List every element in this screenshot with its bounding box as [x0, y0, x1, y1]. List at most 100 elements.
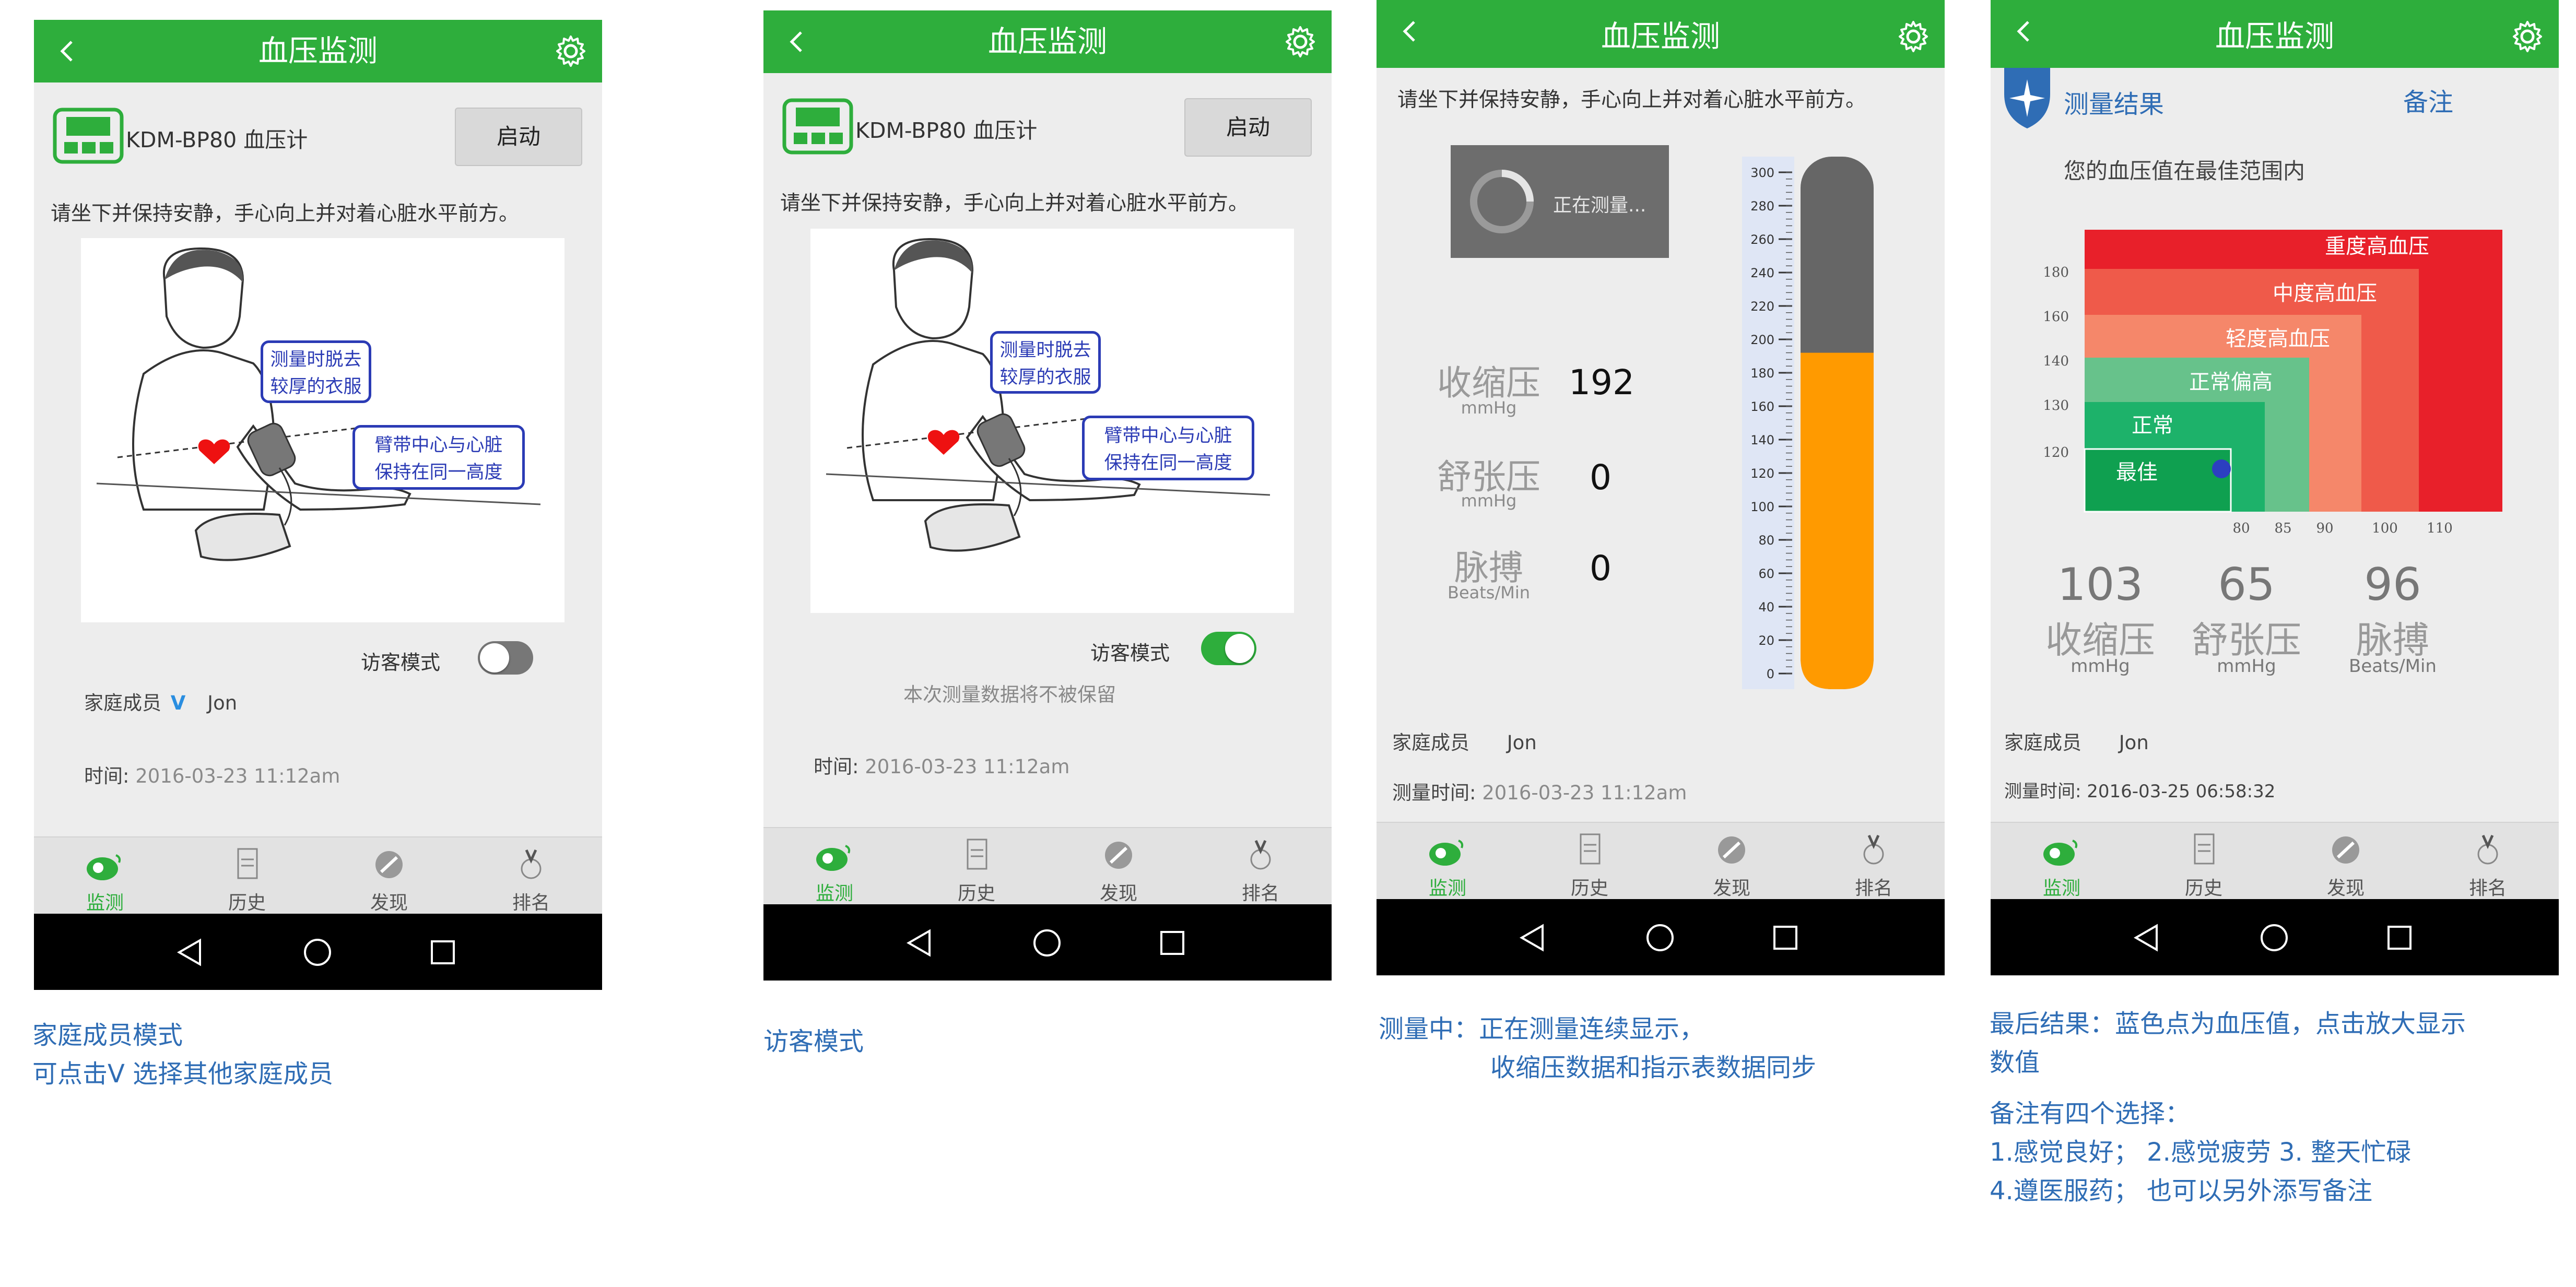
tab-discover[interactable]: 发现: [1661, 823, 1803, 900]
tab-discover[interactable]: 发现: [318, 837, 460, 915]
tab-monitor[interactable]: 监测: [763, 828, 905, 905]
family-member-row: 家庭成员 V Jon: [84, 687, 237, 715]
nav-recents-icon[interactable]: [1769, 922, 1802, 954]
guest-mode-toggle[interactable]: [1201, 632, 1256, 665]
time-value: 2016-03-23 11:12am: [135, 765, 340, 787]
start-button[interactable]: 启动: [455, 108, 582, 166]
x-tick-label: 85: [2274, 521, 2291, 536]
nav-home-icon[interactable]: [2258, 922, 2290, 954]
tab-history[interactable]: 历史: [176, 837, 318, 915]
pressure-gauge: 3002802602402202001801601401201008060402…: [1742, 157, 1874, 689]
tab-ranking[interactable]: 排名: [1803, 823, 1945, 900]
pulse-value: 96: [2364, 559, 2421, 611]
tab-history[interactable]: 历史: [2133, 823, 2275, 900]
gear-icon[interactable]: [2510, 19, 2545, 54]
tip-bubble-clothes: 测量时脱去 较厚的衣服: [990, 331, 1101, 394]
compass-icon: [1105, 842, 1132, 869]
pulse-value: 0: [1590, 548, 1612, 588]
gauge-tick-label: 160: [1750, 399, 1774, 414]
history-icon: [2194, 833, 2215, 865]
zone-label: 轻度高血压: [2226, 327, 2330, 351]
diastolic-unit: mmHg: [2217, 656, 2276, 677]
tab-monitor[interactable]: 监测: [34, 837, 176, 915]
caption-notes: 备注有四个选择： 1.感觉良好； 2.感觉疲劳 3. 整天忙碌 4.遵医服药； …: [1990, 1099, 2412, 1206]
gear-icon[interactable]: [1896, 19, 1931, 54]
gear-icon[interactable]: [553, 33, 589, 69]
medal-icon: [1863, 834, 1884, 865]
device-icon: [53, 108, 124, 164]
screen-guest-mode: 血压监测 KDM-BP80 血压计 启动 请坐下并保持安静，手心向上并对着心脏水…: [763, 10, 1332, 981]
tab-ranking[interactable]: 排名: [1190, 828, 1332, 905]
member-label: 家庭成员: [2004, 731, 2081, 754]
member-name: Jon: [2119, 731, 2149, 754]
instruction-text: 请坐下并保持安静，手心向上并对着心脏水平前方。: [51, 202, 520, 226]
time-value: 2016-03-23 11:12am: [865, 755, 1070, 778]
guest-mode-toggle[interactable]: [478, 641, 533, 675]
screen-measuring: 血压监测 请坐下并保持安静，手心向上并对着心脏水平前方。 正在测量... 收缩压…: [1377, 0, 1945, 976]
monitor-icon: [1429, 840, 1464, 866]
posture-illustration: 测量时脱去 较厚的衣服 臂带中心与心脏 保持在同一高度: [810, 229, 1294, 613]
note-link[interactable]: 备注: [2403, 81, 2453, 118]
result-title: 测量结果: [2064, 90, 2165, 119]
gauge-tick-label: 180: [1750, 366, 1774, 381]
member-chevron-button[interactable]: V: [171, 692, 186, 714]
family-member-row: 家庭成员 Jon: [2004, 727, 2149, 755]
nav-recents-icon[interactable]: [2383, 922, 2416, 954]
nav-home-icon[interactable]: [301, 936, 334, 969]
family-member-row: 家庭成员 Jon: [1392, 727, 1537, 755]
zone-label: 中度高血压: [2273, 281, 2377, 305]
caption-result: 最后结果：蓝色点为血压值，点击放大显示 数值: [1990, 1009, 2466, 1077]
y-tick-label: 130: [2043, 398, 2069, 414]
page-title: 血压监测: [988, 25, 1107, 59]
measuring-text: 正在测量...: [1553, 195, 1646, 216]
bp-zone-chart[interactable]: 重度高血压中度高血压轻度高血压正常偏高正常最佳 180 160 140 130 120 80…: [2043, 219, 2513, 553]
y-tick-label: 120: [2043, 445, 2069, 461]
nav-recents-icon[interactable]: [427, 936, 459, 969]
member-label: 家庭成员: [1392, 731, 1469, 754]
nav-home-icon[interactable]: [1031, 927, 1063, 959]
nav-back-icon[interactable]: [2131, 922, 2163, 954]
tab-ranking[interactable]: 排名: [460, 837, 602, 915]
gauge-tick-label: 120: [1750, 466, 1774, 481]
nav-back-icon[interactable]: [1516, 922, 1549, 954]
guest-note: 本次测量数据将不被保留: [903, 683, 1116, 706]
systolic-value: 192: [1569, 362, 1634, 403]
gauge-tick-label: 220: [1750, 299, 1774, 314]
medal-icon: [521, 849, 542, 879]
time-value: 2016-03-25 06:58:32: [2087, 781, 2276, 802]
gauge-tick-label: 300: [1750, 166, 1774, 180]
page-title: 血压监测: [258, 34, 378, 68]
nav-home-icon[interactable]: [1644, 922, 1676, 954]
tab-history[interactable]: 历史: [905, 828, 1048, 905]
nav-recents-icon[interactable]: [1156, 927, 1189, 959]
x-tick-label: 100: [2372, 521, 2398, 536]
tab-discover[interactable]: 发现: [2275, 823, 2417, 900]
x-tick-label: 90: [2316, 521, 2333, 536]
nav-back-icon[interactable]: [174, 936, 206, 969]
gauge-tick-label: 20: [1758, 633, 1774, 648]
member-name[interactable]: Jon: [207, 692, 237, 714]
tab-discover[interactable]: 发现: [1048, 828, 1190, 905]
diastolic-unit: mmHg: [1461, 491, 1517, 511]
system-nav-bar: [34, 914, 602, 990]
tab-bar: 监测 历史 发现 排名: [1377, 822, 1945, 899]
tab-monitor[interactable]: 监测: [1377, 823, 1519, 900]
gauge-tick-label: 240: [1750, 266, 1774, 280]
result-summary: 您的血压值在最佳范围内: [2064, 158, 2306, 184]
system-nav-bar: [1991, 899, 2559, 975]
history-icon: [237, 848, 258, 879]
start-button[interactable]: 启动: [1184, 98, 1312, 157]
member-name: Jon: [1507, 731, 1537, 754]
nav-back-icon[interactable]: [903, 927, 936, 959]
gauge-tick-label: 100: [1750, 500, 1774, 514]
tab-ranking[interactable]: 排名: [2417, 823, 2559, 900]
guest-mode-label: 访客模式: [361, 651, 441, 674]
caption-family-mode: 家庭成员模式 可点击V 选择其他家庭成员: [32, 1021, 334, 1089]
bp-value-dot[interactable]: [2212, 459, 2231, 478]
gear-icon[interactable]: [1283, 24, 1318, 60]
tab-monitor[interactable]: 监测: [1991, 823, 2133, 900]
member-label: 家庭成员: [84, 692, 161, 714]
top-bar: 血压监测: [763, 10, 1332, 73]
screen-result: 血压监测 测量结果 备注 您的血压值在最佳范围内 重度高血压 中度高血压 轻度高血压…: [1991, 0, 2559, 976]
tab-history[interactable]: 历史: [1519, 823, 1661, 900]
